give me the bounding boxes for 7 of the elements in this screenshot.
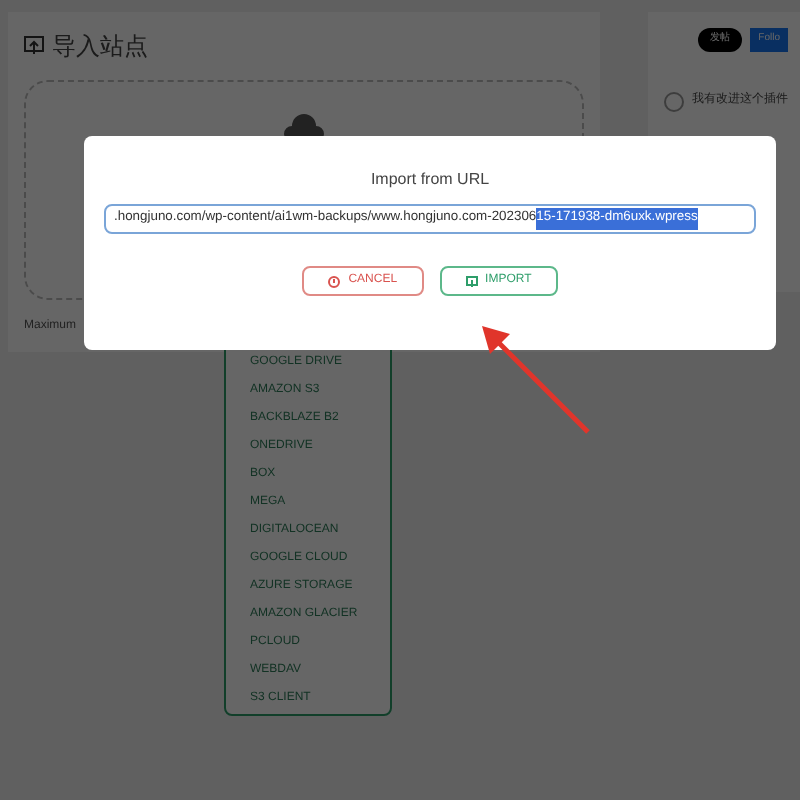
import-icon [24,36,44,56]
import-icon [465,275,478,287]
page-title: 导入站点 [52,30,148,64]
pointer-arrow [476,320,592,436]
dialog-title: Import from URL [370,168,490,192]
radio-button[interactable] [664,91,684,111]
alert-icon [328,275,341,287]
